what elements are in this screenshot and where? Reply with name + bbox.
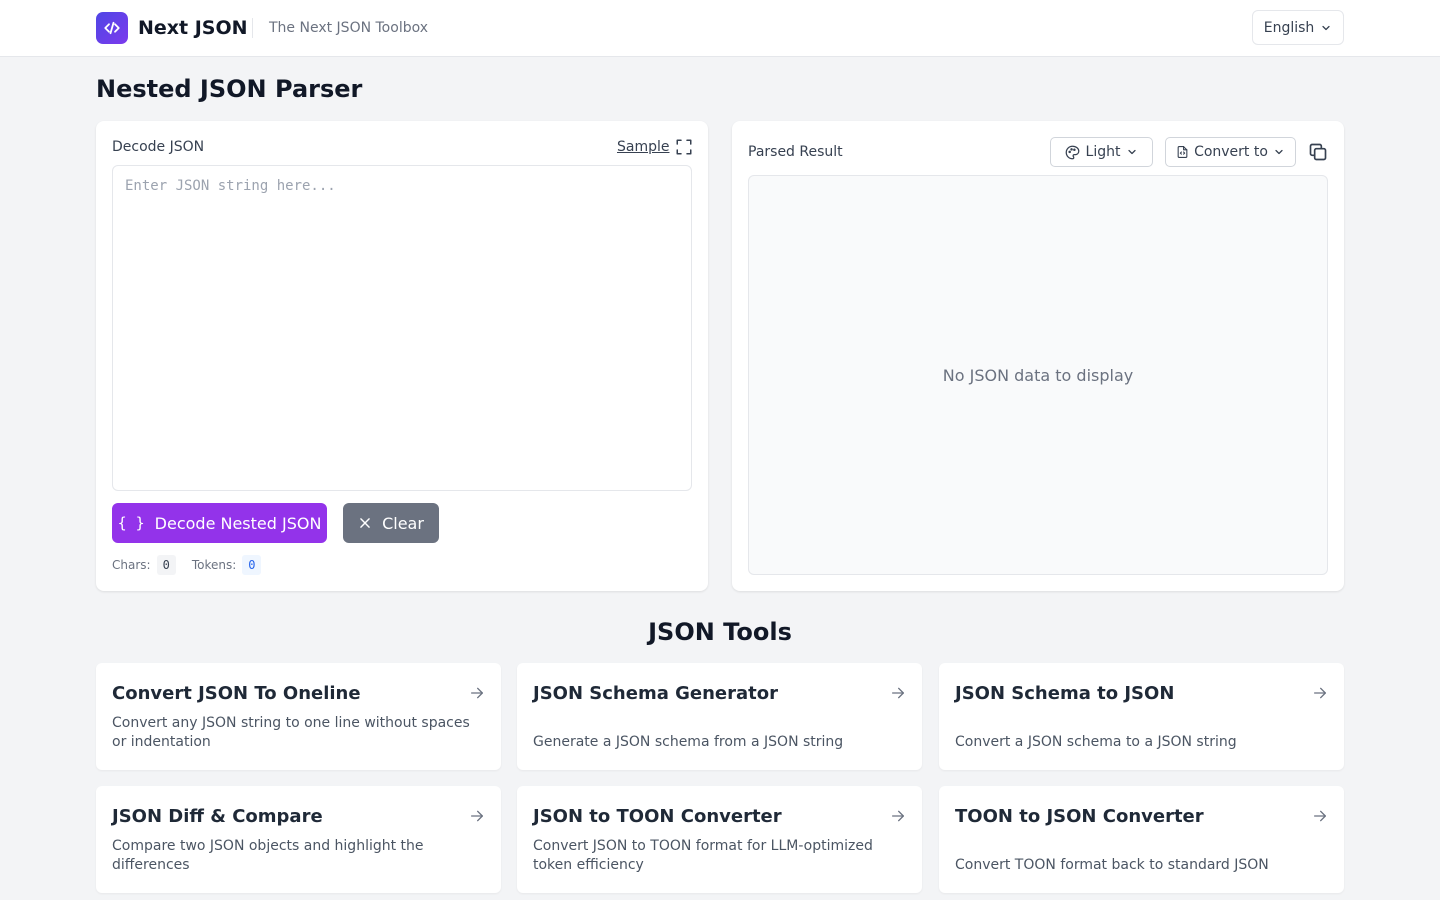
tool-card-title: JSON to TOON Converter bbox=[533, 806, 782, 827]
tokens-count: 0 bbox=[242, 555, 262, 575]
braces-icon: { } bbox=[117, 514, 145, 532]
tool-card[interactable]: JSON Schema to JSON Convert a JSON schem… bbox=[939, 663, 1344, 770]
result-viewer[interactable]: No JSON data to display bbox=[748, 175, 1328, 575]
arrow-right-icon bbox=[892, 687, 904, 699]
tools-section-title: JSON Tools bbox=[648, 618, 792, 646]
tool-card-desc: Compare two JSON objects and highlight t… bbox=[112, 838, 424, 873]
arrow-right-icon bbox=[1314, 687, 1326, 699]
language-label: English bbox=[1263, 19, 1315, 36]
tool-card-title: JSON Schema Generator bbox=[533, 683, 778, 704]
tagline: The Next JSON Toolbox bbox=[269, 20, 429, 36]
tool-card[interactable]: TOON to JSON Converter Convert TOON form… bbox=[939, 786, 1344, 893]
json-input[interactable] bbox=[112, 165, 692, 491]
empty-message: No JSON data to display bbox=[942, 365, 1134, 385]
header-divider bbox=[252, 18, 253, 38]
top-header: Next JSON The Next JSON Toolbox English bbox=[0, 0, 1440, 57]
arrow-right-icon bbox=[892, 810, 904, 822]
file-icon bbox=[1177, 146, 1188, 158]
arrow-right-icon bbox=[1314, 810, 1326, 822]
clear-button-label: Clear bbox=[382, 513, 424, 533]
clear-button[interactable]: Clear bbox=[343, 503, 439, 543]
tool-card[interactable]: JSON Diff & Compare Compare two JSON obj… bbox=[96, 786, 501, 893]
tool-card-desc: Convert a JSON schema to a JSON string bbox=[955, 734, 1237, 750]
tool-card-title: TOON to JSON Converter bbox=[955, 806, 1204, 827]
tool-card-desc: Convert JSON to TOON format for LLM-opti… bbox=[533, 838, 873, 873]
tool-card-desc: Convert any JSON string to one line with… bbox=[112, 715, 470, 750]
input-panel: Decode JSON Sample { } Decode Nested JSO… bbox=[96, 121, 708, 591]
tool-card-desc: Convert TOON format back to standard JSO… bbox=[955, 857, 1269, 873]
theme-selector[interactable]: Light bbox=[1050, 137, 1153, 167]
tool-card-desc: Generate a JSON schema from a JSON strin… bbox=[533, 734, 844, 750]
chevron-down-icon bbox=[1322, 25, 1330, 30]
chevron-down-icon bbox=[1275, 149, 1283, 155]
fullscreen-icon[interactable] bbox=[675, 138, 693, 156]
tool-card-title: JSON Diff & Compare bbox=[112, 806, 323, 827]
result-panel-label: Parsed Result bbox=[748, 144, 843, 160]
tool-card[interactable]: JSON to TOON Converter Convert JSON to T… bbox=[517, 786, 922, 893]
stats-bar: Chars: 0 Tokens: 0 bbox=[112, 555, 277, 575]
tool-card-title: JSON Schema to JSON bbox=[955, 683, 1175, 704]
input-panel-label: Decode JSON bbox=[112, 139, 205, 155]
decode-button[interactable]: { } Decode Nested JSON bbox=[112, 503, 327, 543]
tool-card[interactable]: Convert JSON To Oneline Convert any JSON… bbox=[96, 663, 501, 770]
palette-icon bbox=[1065, 145, 1079, 159]
convert-label: Convert to bbox=[1194, 144, 1268, 160]
decode-button-label: Decode Nested JSON bbox=[154, 513, 322, 533]
chevron-down-icon bbox=[1128, 149, 1137, 155]
copy-icon[interactable] bbox=[1308, 142, 1328, 162]
arrow-right-icon bbox=[471, 810, 483, 822]
result-panel: Parsed Result Light Convert to No JSON d… bbox=[732, 121, 1344, 591]
page-title: Nested JSON Parser bbox=[96, 75, 363, 103]
tokens-label: Tokens: bbox=[191, 558, 237, 572]
chars-count: 0 bbox=[156, 555, 176, 575]
tool-card[interactable]: JSON Schema Generator Generate a JSON sc… bbox=[517, 663, 922, 770]
brand-name[interactable]: Next JSON bbox=[138, 15, 248, 41]
logo[interactable] bbox=[96, 12, 128, 44]
chars-label: Chars: bbox=[112, 558, 151, 572]
sample-link[interactable]: Sample bbox=[617, 137, 670, 157]
language-selector[interactable]: English bbox=[1252, 10, 1344, 45]
tool-card-title: Convert JSON To Oneline bbox=[112, 683, 361, 704]
arrow-right-icon bbox=[471, 687, 483, 699]
code-icon bbox=[104, 21, 120, 35]
convert-to-selector[interactable]: Convert to bbox=[1165, 137, 1296, 167]
close-icon bbox=[360, 518, 370, 528]
theme-label: Light bbox=[1085, 144, 1121, 160]
